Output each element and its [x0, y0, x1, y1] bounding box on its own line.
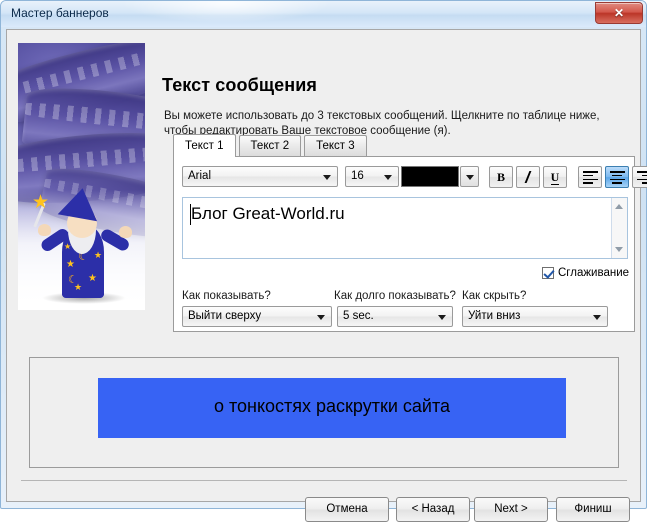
chevron-down-icon [317, 315, 325, 320]
chevron-down-icon [384, 175, 392, 180]
show-how-value: Выйти сверху [188, 310, 261, 322]
align-center-button[interactable] [605, 166, 629, 188]
banner-preview-panel: о тонкостях раскрутки сайта [29, 357, 619, 468]
hide-how-value: Уйти вниз [468, 310, 520, 322]
banner-preview-text: о тонкостях раскрутки сайта [98, 396, 566, 417]
message-text-value: Блог Great-World.ru [191, 204, 345, 224]
banner-wizard-window: Мастер баннеров ✕ ★ ★ ★ [0, 0, 647, 509]
titlebar-glow [121, 1, 331, 23]
show-duration-value: 5 sec. [343, 310, 374, 322]
underline-label: U [551, 170, 560, 185]
footer-divider [21, 480, 627, 481]
align-left-icon [583, 167, 598, 186]
chevron-down-icon [438, 315, 446, 320]
font-family-value: Arial [188, 170, 211, 182]
antialias-label: Сглаживание [558, 267, 629, 279]
chevron-down-icon [323, 175, 331, 180]
tab-text-1[interactable]: Текст 1 [173, 134, 236, 157]
editor-scrollbar[interactable] [611, 198, 627, 258]
page-title: Текст сообщения [162, 75, 317, 96]
font-size-select[interactable]: 16 [345, 166, 399, 187]
client-area: ★ ★ ★ ★ ★ ★ ☾ ☾ ☾ Текст сообщения Вы мож… [6, 29, 641, 502]
message-text-editor[interactable]: Блог Great-World.ru [182, 197, 628, 259]
tab-strip: Текст 1 Текст 2 Текст 3 [173, 135, 367, 158]
text-color-dropdown-button[interactable] [460, 166, 479, 187]
window-title: Мастер баннеров [11, 6, 109, 20]
underline-button[interactable]: U [543, 166, 567, 188]
magic-star-icon: ★ [32, 198, 49, 208]
bold-button[interactable]: B [489, 166, 513, 188]
align-left-button[interactable] [578, 166, 602, 188]
show-how-label: Как показывать? [182, 290, 271, 302]
antialias-checkbox[interactable]: Сглаживание [542, 267, 636, 279]
italic-icon [525, 171, 532, 183]
close-button[interactable]: ✕ [595, 2, 643, 24]
finish-button[interactable]: Финиш [556, 497, 630, 522]
chevron-down-icon [593, 315, 601, 320]
back-button[interactable]: < Назад [396, 497, 470, 522]
align-center-icon [610, 167, 625, 186]
next-button[interactable]: Next > [474, 497, 548, 522]
hide-how-select[interactable]: Уйти вниз [462, 306, 608, 327]
italic-button[interactable] [516, 166, 540, 188]
tab-text-3[interactable]: Текст 3 [304, 135, 367, 156]
close-icon: ✕ [596, 5, 642, 21]
font-family-select[interactable]: Arial [182, 166, 338, 187]
hide-how-label: Как скрыть? [462, 290, 526, 302]
scroll-down-icon[interactable] [615, 247, 623, 252]
checkmark-icon [542, 267, 554, 279]
tab-text-2[interactable]: Текст 2 [239, 135, 302, 156]
show-how-select[interactable]: Выйти сверху [182, 306, 332, 327]
show-duration-label: Как долго показывать? [334, 290, 456, 302]
chevron-down-icon [466, 175, 474, 180]
title-bar: Мастер баннеров ✕ [1, 1, 646, 27]
text-color-swatch[interactable] [401, 166, 459, 187]
banner-preview: о тонкостях раскрутки сайта [98, 378, 566, 438]
wizard-illustration: ★ ★ ★ ★ ★ ★ ☾ ☾ ☾ [18, 43, 145, 310]
tab-panel: Arial 16 B U [173, 156, 635, 332]
wizard-figure-icon: ★ ★ ★ ★ ★ ★ ☾ ☾ ☾ [36, 186, 132, 304]
font-size-value: 16 [351, 170, 364, 182]
align-right-button[interactable] [632, 166, 647, 188]
cancel-button[interactable]: Отмена [305, 497, 389, 522]
align-right-icon [637, 167, 647, 186]
scroll-up-icon[interactable] [615, 204, 623, 209]
show-duration-select[interactable]: 5 sec. [337, 306, 453, 327]
